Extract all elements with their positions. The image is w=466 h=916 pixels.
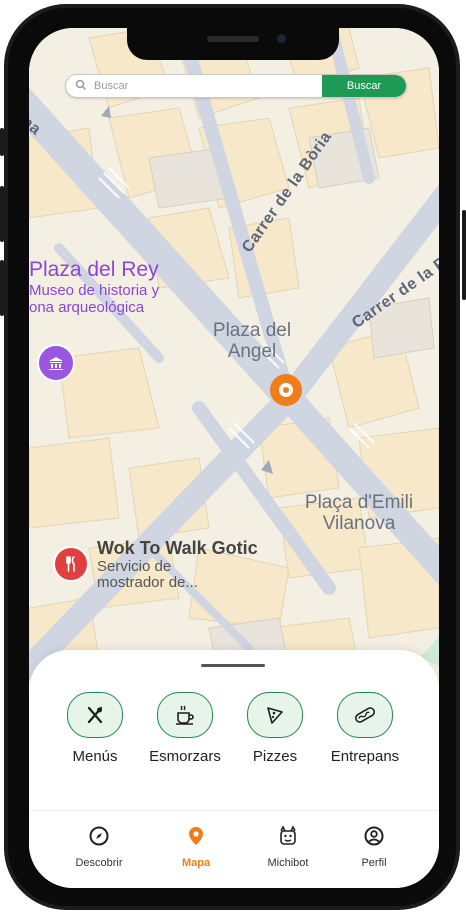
square-label-angel: Plaza del Angel xyxy=(212,320,292,362)
sandwich-icon xyxy=(337,692,393,738)
front-camera xyxy=(277,34,286,43)
poi-desc-line1: Museo de historia y xyxy=(29,282,160,299)
poi-title: Wok To Walk Gotic xyxy=(97,538,258,558)
category-sheet: Menús Esmorzars Pizzes Entrepans xyxy=(29,650,439,810)
poi-title: Plaza del Rey xyxy=(29,258,159,281)
category-entrepans[interactable]: Entrepans xyxy=(315,692,405,772)
bottom-tab-bar: Descobrir Mapa Michibot Perfil xyxy=(29,810,439,888)
poi-desc-line2: ona arqueológica xyxy=(29,299,145,316)
category-esmorzars[interactable]: Esmorzars xyxy=(135,692,225,772)
search-bar: Buscar xyxy=(65,74,407,98)
power-button xyxy=(462,210,466,300)
tab-perfil[interactable]: Perfil xyxy=(329,825,419,875)
poi-desc-line1: Servicio de xyxy=(97,558,172,575)
user-circle-icon xyxy=(364,826,384,846)
category-pizzes[interactable]: Pizzes xyxy=(225,692,315,772)
phone-notch xyxy=(127,28,339,60)
search-input[interactable] xyxy=(94,75,354,97)
poi-wok-to-walk[interactable]: Wok To Walk Gotic Servicio de mostrador … xyxy=(97,538,258,591)
poi-desc-line2: mostrador de... xyxy=(97,574,198,591)
poi-plaza-del-rey[interactable]: Plaza del Rey Museo de historia y ona ar… xyxy=(29,258,159,316)
coffee-cup-icon xyxy=(157,692,213,738)
cat-bot-icon xyxy=(280,825,296,845)
tab-mapa[interactable]: Mapa xyxy=(151,825,241,875)
map-pin-icon xyxy=(189,827,203,845)
tab-michibot[interactable]: Michibot xyxy=(243,825,333,875)
current-location-pin-icon[interactable] xyxy=(270,374,302,406)
tab-descobrir[interactable]: Descobrir xyxy=(54,825,144,875)
app-screen: Carrer de la Bòria Carrer de la Pri na P… xyxy=(29,28,439,888)
museum-pin-icon[interactable] xyxy=(37,344,75,382)
mute-switch xyxy=(0,128,4,156)
sheet-drag-handle[interactable] xyxy=(201,664,265,667)
speaker-grille xyxy=(207,36,259,42)
search-icon xyxy=(75,79,87,91)
pizza-slice-icon xyxy=(247,692,303,738)
category-menus[interactable]: Menús xyxy=(45,692,135,772)
search-button[interactable]: Buscar xyxy=(322,75,406,97)
volume-down-button xyxy=(0,260,4,316)
volume-up-button xyxy=(0,186,4,242)
restaurant-pin-icon[interactable] xyxy=(53,546,89,582)
utensils-icon xyxy=(67,692,123,738)
compass-icon xyxy=(89,826,109,846)
square-label-vilanova: Plaça d'Emili Vilanova xyxy=(304,492,414,534)
